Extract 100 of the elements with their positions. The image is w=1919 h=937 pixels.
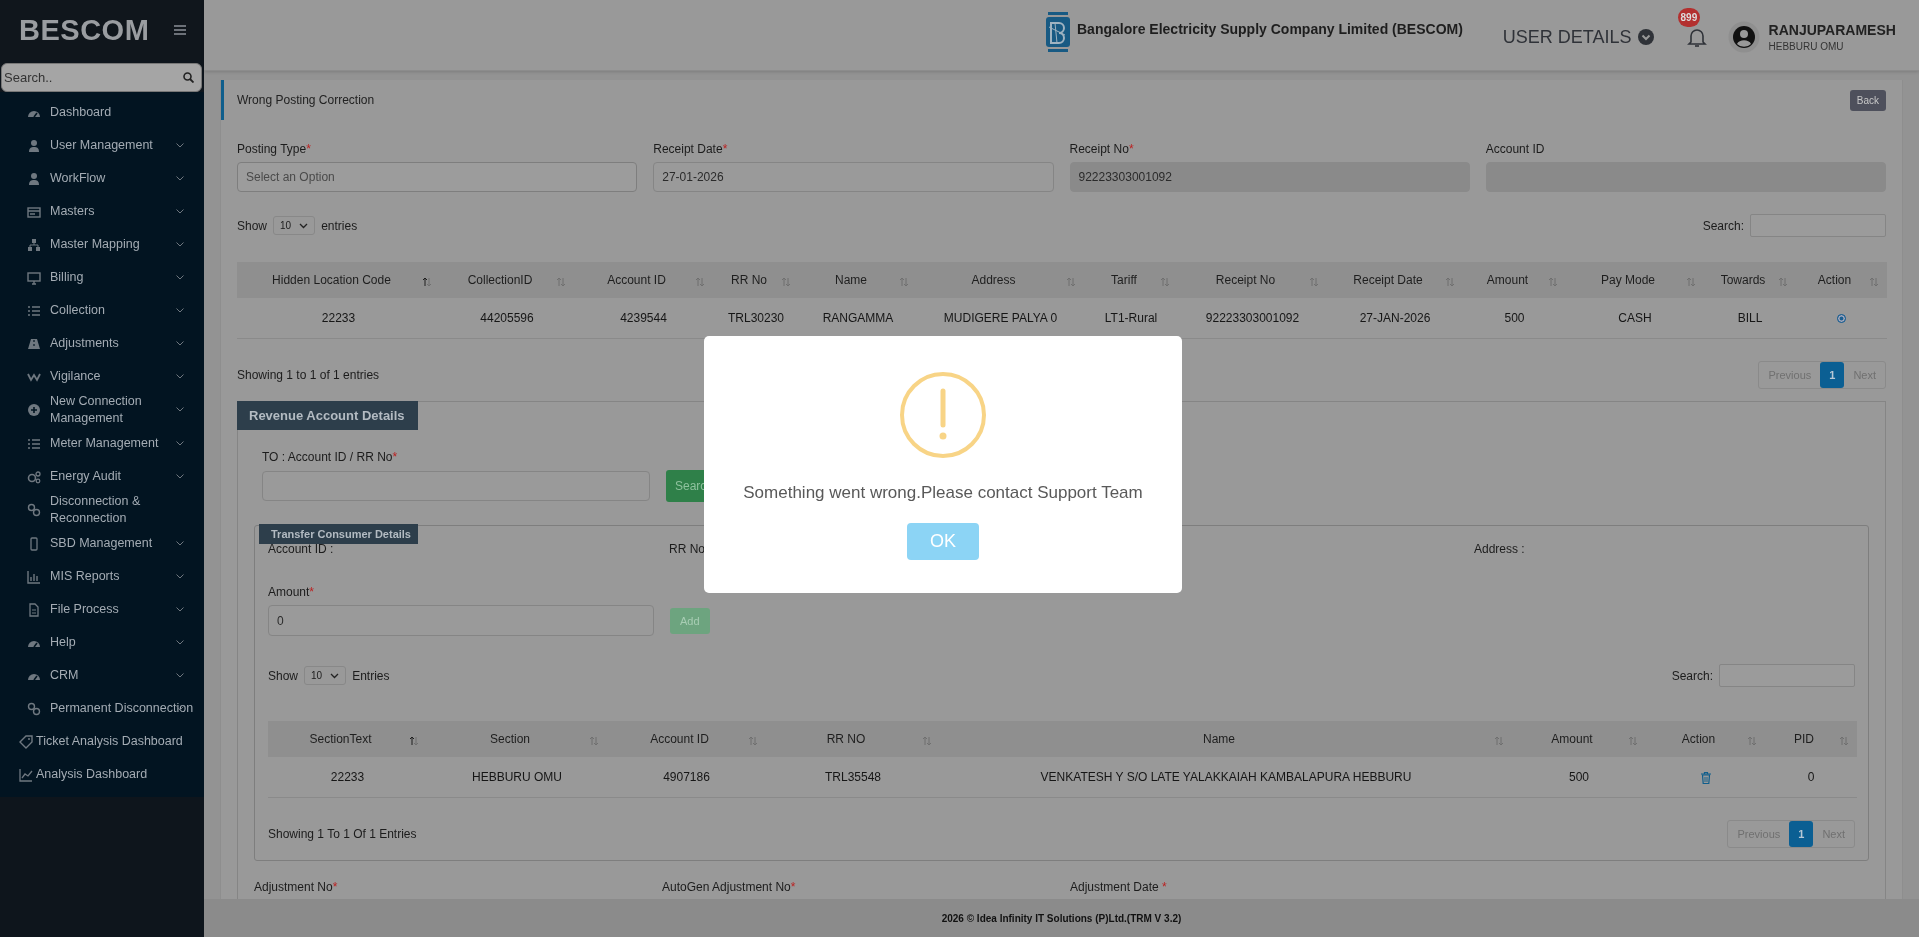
field-label: Adjustment Date	[1070, 880, 1159, 894]
column-header[interactable]: Receipt No	[1178, 262, 1327, 298]
field-label: Amount	[268, 585, 310, 599]
column-header[interactable]: Name	[799, 262, 917, 298]
search-label: Search:	[1702, 218, 1744, 233]
gears-icon	[27, 469, 41, 484]
table-cell: 27-JAN-2026	[1327, 298, 1463, 339]
sidebar-item[interactable]: Permanent Disconnection	[0, 692, 204, 725]
table-cell: CASH	[1566, 298, 1704, 339]
field-label: Account ID	[1485, 142, 1545, 156]
column-header[interactable]: RR No	[713, 262, 799, 298]
sidebar-item[interactable]: SBD Management	[0, 527, 204, 560]
field-label: Address :	[1474, 542, 1526, 556]
required-mark: *	[1161, 880, 1167, 894]
search-label: Search:	[1671, 668, 1713, 683]
sidebar-search-field[interactable]: Search..	[1, 63, 202, 92]
sidebar-item[interactable]: User Management	[0, 129, 204, 162]
column-header[interactable]: Account ID	[574, 262, 713, 298]
sidebar-item[interactable]: Meter Management	[0, 427, 204, 460]
field-label: Posting Type	[237, 142, 307, 156]
sidebar-item[interactable]: Analysis Dashboard	[0, 758, 204, 791]
required-mark: *	[306, 142, 311, 156]
footer-text: 2026 © Idea Infinity IT Solutions (P)Ltd.(TRM V 3.2)	[204, 899, 1919, 937]
menu-icon[interactable]	[174, 25, 186, 35]
input-field[interactable]: 27-01-2026	[653, 162, 1054, 192]
chevron-icon	[176, 607, 184, 612]
column-header[interactable]: SectionText	[268, 721, 427, 757]
column-header[interactable]: Section	[427, 721, 607, 757]
notification-bell-icon[interactable]	[1686, 26, 1707, 48]
person-icon	[27, 171, 41, 186]
table-cell: 92223303001092	[1178, 298, 1327, 339]
section-title: Transfer Consumer Details	[259, 524, 418, 544]
input-field[interactable]: 0	[268, 605, 654, 636]
page-button[interactable]: 1	[1820, 362, 1845, 388]
phone-icon	[27, 536, 41, 551]
link-icon	[27, 503, 41, 517]
sidebar-item[interactable]: Collection	[0, 294, 204, 327]
table-cell: 22233	[268, 757, 427, 798]
document-icon	[27, 602, 41, 617]
sidebar-item[interactable]: Vigilance	[0, 360, 204, 393]
avatar-icon[interactable]	[1727, 21, 1760, 53]
entries-label: Entries	[352, 668, 390, 683]
sidebar-item[interactable]: Master Mapping	[0, 228, 204, 261]
chevron-icon	[176, 176, 184, 181]
column-header[interactable]: Action	[1796, 262, 1887, 298]
page-button[interactable]: 1	[1789, 821, 1814, 847]
sidebar-item[interactable]: Disconnection & Reconnection	[0, 493, 204, 527]
sidebar-item[interactable]: Energy Audit	[0, 460, 204, 493]
chevron-icon	[176, 541, 184, 546]
entries-label: entries	[321, 218, 358, 233]
chevron-icon	[299, 222, 309, 229]
back-button[interactable]: Back	[1849, 89, 1886, 111]
column-header[interactable]: RR NO	[766, 721, 940, 757]
column-header[interactable]: Amount	[1512, 721, 1646, 757]
column-header[interactable]: CollectionID	[440, 262, 574, 298]
sort-icon[interactable]	[422, 277, 432, 287]
sidebar-item[interactable]: MIS Reports	[0, 560, 204, 593]
chevron-icon	[176, 308, 184, 313]
column-header[interactable]: Address	[917, 262, 1084, 298]
user-details-dropdown[interactable]: USER DETAILS	[1502, 26, 1654, 48]
column-header[interactable]: Receipt Date	[1327, 262, 1463, 298]
sidebar-item[interactable]: File Process	[0, 593, 204, 626]
page-size-select[interactable]: 10	[273, 216, 316, 235]
radio-button[interactable]	[1837, 314, 1846, 324]
column-header[interactable]: Tariff	[1084, 262, 1178, 298]
sidebar-item[interactable]: Dashboard	[0, 96, 204, 129]
table-info: Showing 1 to 1 of 1 entries	[237, 368, 380, 382]
alert-message: Something went wrong.Please contact Support Team	[743, 483, 1143, 503]
column-header[interactable]: Towards	[1704, 262, 1796, 298]
column-header[interactable]: Action	[1646, 721, 1765, 757]
sidebar-item[interactable]: Help	[0, 626, 204, 659]
column-header[interactable]: Hidden Location Code	[237, 262, 440, 298]
chevron-icon	[176, 640, 184, 645]
sidebar-item[interactable]: New Connection Management	[0, 393, 204, 427]
column-header[interactable]: Name	[940, 721, 1512, 757]
column-header[interactable]: PID	[1765, 721, 1857, 757]
company-name: Bangalore Electricity Supply Company Limited (BESCOM)	[1077, 21, 1463, 37]
field-label: RR No	[669, 542, 706, 556]
sidebar-item[interactable]: Adjustments	[0, 327, 204, 360]
bar-chart-icon	[27, 569, 41, 584]
user-office: HEBBURU OMU	[1768, 41, 1845, 52]
sidebar-item[interactable]: WorkFlow	[0, 162, 204, 195]
sidebar-item[interactable]: Ticket Analysis Dashboard	[0, 725, 204, 758]
chevron-icon	[176, 574, 184, 579]
chevron-icon	[176, 341, 184, 346]
trash-icon[interactable]	[1700, 771, 1711, 784]
sidebar-item[interactable]: Masters	[0, 195, 204, 228]
brand-logo-text: BESCOM	[19, 13, 150, 47]
required-mark: *	[722, 142, 728, 156]
page-size-select[interactable]: 10	[304, 666, 347, 685]
column-header[interactable]: Amount	[1463, 262, 1566, 298]
select-field[interactable]: Select an Option	[237, 162, 638, 192]
field-label: Account ID :	[268, 542, 335, 556]
column-header[interactable]: Pay Mode	[1566, 262, 1704, 298]
column-header[interactable]: Account ID	[607, 721, 766, 757]
sidebar-item[interactable]: CRM	[0, 659, 204, 692]
sort-icon[interactable]	[409, 736, 419, 746]
search-icon[interactable]	[183, 72, 194, 83]
link-icon	[27, 701, 41, 716]
sidebar-item[interactable]: Billing	[0, 261, 204, 294]
